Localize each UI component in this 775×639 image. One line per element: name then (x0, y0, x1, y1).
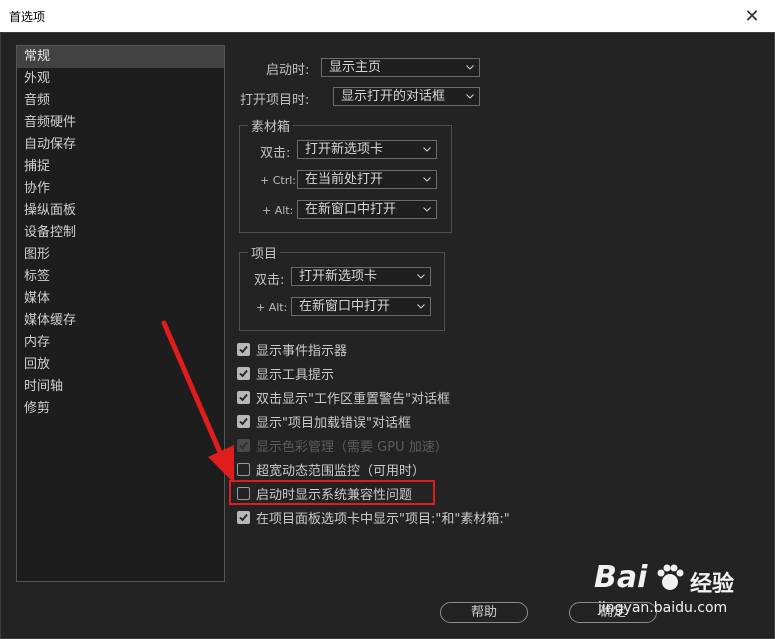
sidebar-item-device-control[interactable]: 设备控制 (17, 222, 224, 244)
sidebar-item-autosave[interactable]: 自动保存 (17, 134, 224, 156)
baidu-watermark: Bai 经验 jingyan.baidu.com (590, 550, 760, 630)
checkbox-label: 显示事件指示器 (256, 343, 348, 359)
chevron-down-icon (417, 269, 425, 283)
chevron-down-icon (423, 202, 431, 216)
checkbox-show-project-bin-tabs[interactable]: 在项目面板选项卡中显示"项目:"和"素材箱:" (237, 508, 510, 527)
bins-alt-value: 在新窗口中打开 (305, 202, 397, 217)
project-group-title: 项目 (248, 243, 281, 262)
open-project-value: 显示打开的对话框 (341, 89, 446, 104)
checkbox-show-tooltips[interactable]: 显示工具提示 (237, 364, 335, 383)
sidebar-item-media[interactable]: 媒体 (17, 288, 224, 310)
checkbox-color-management: 显示色彩管理（需要 GPU 加速） (237, 436, 448, 455)
window-title: 首选项 (9, 10, 46, 24)
sidebar-item-collaboration[interactable]: 协作 (17, 178, 224, 200)
red-arrow-annotation (161, 320, 234, 483)
highlight-box (229, 480, 435, 505)
bins-ctrl-select[interactable]: 在当前处打开 (297, 170, 437, 189)
chevron-down-icon (466, 89, 474, 103)
checkbox-project-load-error[interactable]: 显示"项目加载错误"对话框 (237, 412, 411, 431)
bins-ctrl-label: + Ctrl: (260, 174, 296, 187)
paw-icon (657, 564, 684, 590)
sidebar-item-general[interactable]: 常规 (17, 46, 224, 68)
open-project-label: 打开项目时: (240, 93, 310, 108)
checkbox-label: 超宽动态范围监控（可用时） (256, 463, 426, 479)
sidebar-item-control-surface[interactable]: 操纵面板 (17, 200, 224, 222)
startup-select[interactable]: 显示主页 (321, 58, 480, 77)
bins-double-click-select[interactable]: 打开新选项卡 (297, 140, 437, 159)
bins-double-click-value: 打开新选项卡 (305, 142, 384, 157)
category-list: 常规 外观 音频 音频硬件 自动保存 捕捉 协作 操纵面板 设备控制 图形 标签… (16, 45, 225, 582)
checkbox-label: 显示"项目加载错误"对话框 (256, 415, 411, 431)
sidebar-item-graphics[interactable]: 图形 (17, 244, 224, 266)
check-icon[interactable] (237, 510, 250, 524)
startup-label: 启动时: (266, 63, 310, 78)
checkbox-label: 双击显示"工作区重置警告"对话框 (256, 391, 450, 407)
close-icon[interactable]: ✕ (729, 0, 775, 32)
checkbox-label: 在项目面板选项卡中显示"项目:"和"素材箱:" (256, 511, 510, 527)
project-alt-label: + Alt: (256, 301, 288, 314)
sidebar-item-labels[interactable]: 标签 (17, 266, 224, 288)
startup-value: 显示主页 (329, 60, 382, 75)
bins-group-title: 素材箱 (248, 116, 294, 135)
title-bar: 首选项 ✕ (0, 0, 775, 32)
project-double-click-select[interactable]: 打开新选项卡 (291, 267, 431, 286)
project-alt-value: 在新窗口中打开 (299, 299, 391, 314)
chevron-down-icon (423, 142, 431, 156)
checkbox-hdr-monitoring[interactable]: 超宽动态范围监控（可用时） (237, 460, 426, 479)
chevron-down-icon (466, 60, 474, 74)
chevron-down-icon (417, 299, 425, 313)
bins-alt-select[interactable]: 在新窗口中打开 (297, 200, 437, 219)
project-double-click-label: 双击: (254, 273, 285, 288)
watermark-brand: Bai (594, 560, 648, 595)
project-double-click-value: 打开新选项卡 (299, 269, 378, 284)
bins-double-click-label: 双击: (260, 146, 291, 161)
sidebar-item-audio[interactable]: 音频 (17, 90, 224, 112)
help-button[interactable]: 帮助 (440, 602, 528, 623)
checkbox-show-event-indicators[interactable]: 显示事件指示器 (237, 340, 348, 359)
watermark-suffix: 经验 (690, 572, 735, 597)
checkbox-label: 显示色彩管理（需要 GPU 加速） (256, 439, 448, 455)
watermark-url: jingyan.baidu.com (598, 600, 728, 616)
bins-alt-label: + Alt: (262, 204, 294, 217)
open-project-select[interactable]: 显示打开的对话框 (333, 87, 480, 106)
checkbox-label: 显示工具提示 (256, 367, 335, 383)
sidebar-item-audio-hardware[interactable]: 音频硬件 (17, 112, 224, 134)
sidebar-item-capture[interactable]: 捕捉 (17, 156, 224, 178)
checkbox-workspace-reset-warning[interactable]: 双击显示"工作区重置警告"对话框 (237, 388, 450, 407)
project-group: 项目 (239, 243, 445, 331)
project-alt-select[interactable]: 在新窗口中打开 (291, 297, 431, 316)
sidebar-item-appearance[interactable]: 外观 (17, 68, 224, 90)
chevron-down-icon (423, 172, 431, 186)
bins-ctrl-value: 在当前处打开 (305, 172, 384, 187)
